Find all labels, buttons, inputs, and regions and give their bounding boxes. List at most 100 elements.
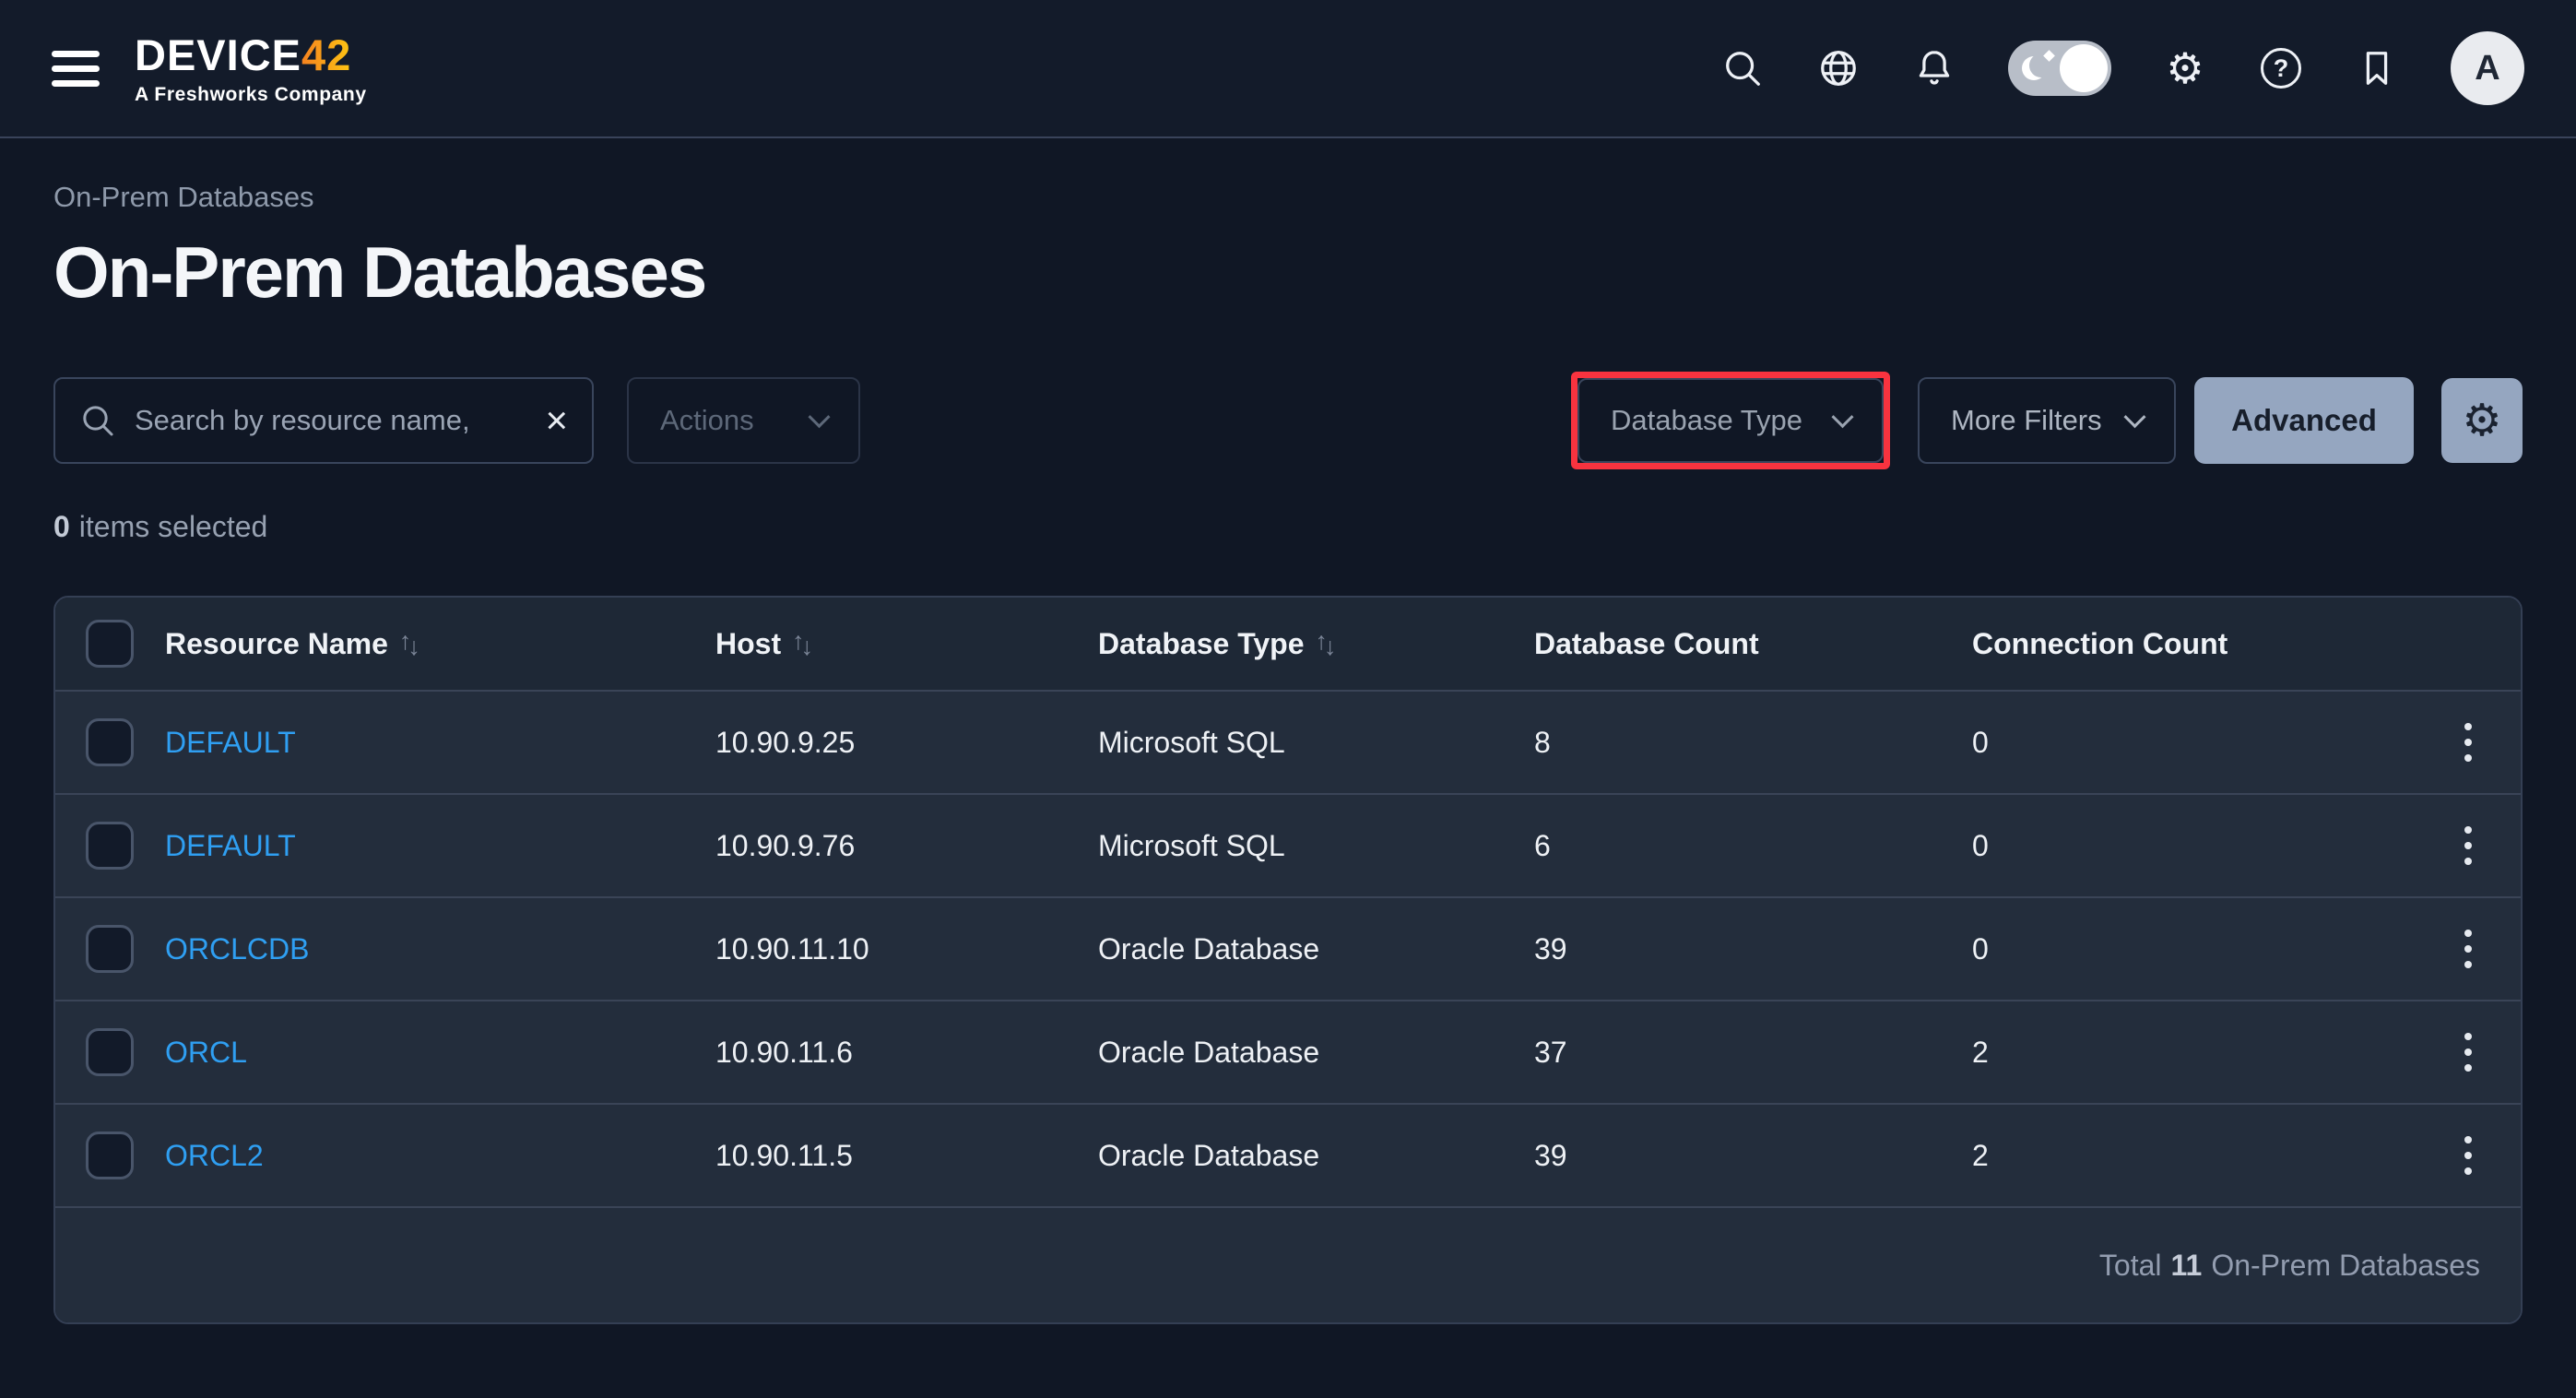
topbar-actions: ⚙ ? A	[1720, 31, 2524, 105]
row-checkbox[interactable]	[86, 925, 134, 973]
host-cell: 10.90.11.6	[715, 1036, 853, 1069]
toggle-knob	[2060, 44, 2108, 92]
moon-icon	[2022, 56, 2046, 80]
database-type-cell: Oracle Database	[1098, 1036, 1319, 1069]
database-count-cell: 8	[1534, 726, 1551, 759]
kebab-menu-icon[interactable]	[2457, 716, 2479, 769]
select-all-checkbox[interactable]	[86, 620, 134, 668]
database-type-cell: Oracle Database	[1098, 1139, 1319, 1172]
sort-icon[interactable]: ↑↓	[792, 630, 809, 658]
globe-icon[interactable]	[1816, 46, 1861, 90]
host-cell: 10.90.9.25	[715, 726, 855, 759]
search-input-icon	[79, 402, 116, 439]
topbar-left: DEVICE42 A Freshworks Company	[52, 33, 367, 104]
logo-tagline: A Freshworks Company	[135, 85, 367, 104]
resource-link[interactable]: ORCLCDB	[165, 932, 309, 966]
table-row: ORCL 10.90.11.6 Oracle Database 37 2	[55, 1000, 2521, 1103]
actions-label: Actions	[660, 404, 754, 437]
kebab-menu-icon[interactable]	[2457, 1129, 2479, 1182]
kebab-menu-icon[interactable]	[2457, 922, 2479, 976]
databases-table: Resource Name↑↓ Host↑↓ Database Type↑↓ D…	[53, 596, 2523, 1324]
row-checkbox[interactable]	[86, 822, 134, 870]
chevron-down-icon	[808, 406, 830, 428]
kebab-menu-icon[interactable]	[2457, 819, 2479, 872]
sparkle-icon	[2043, 50, 2055, 62]
annotation-highlight: Database Type	[1571, 372, 1890, 469]
advanced-button[interactable]: Advanced	[2194, 377, 2414, 464]
kebab-menu-icon[interactable]	[2457, 1025, 2479, 1079]
help-icon[interactable]: ?	[2259, 46, 2303, 90]
total-suffix: On-Prem Databases	[2211, 1249, 2480, 1283]
table-footer: Total 11 On-Prem Databases	[55, 1206, 2521, 1322]
host-cell: 10.90.11.10	[715, 932, 869, 966]
selection-count: 0	[53, 510, 70, 543]
connection-count-cell: 0	[1972, 932, 1989, 966]
row-checkbox[interactable]	[86, 718, 134, 766]
resource-link[interactable]: DEFAULT	[165, 829, 296, 862]
resource-link[interactable]: ORCL	[165, 1036, 247, 1069]
table-row: ORCLCDB 10.90.11.10 Oracle Database 39 0	[55, 896, 2521, 1000]
dark-mode-toggle[interactable]	[2008, 41, 2111, 96]
resource-link[interactable]: ORCL2	[165, 1139, 264, 1172]
database-type-cell: Microsoft SQL	[1098, 726, 1285, 759]
table-header-row: Resource Name↑↓ Host↑↓ Database Type↑↓ D…	[55, 598, 2521, 690]
database-count-cell: 39	[1534, 932, 1567, 966]
table-settings-button[interactable]: ⚙	[2441, 378, 2523, 463]
hamburger-menu-icon[interactable]	[52, 51, 100, 87]
host-cell: 10.90.9.76	[715, 829, 855, 862]
sort-icon[interactable]: ↑↓	[1316, 630, 1333, 658]
connection-count-cell: 0	[1972, 829, 1989, 862]
toolbar: × Actions Database Type More Filters Adv…	[53, 372, 2523, 469]
main-content: On-Prem Databases On-Prem Databases × Ac…	[0, 181, 2576, 544]
row-checkbox[interactable]	[86, 1028, 134, 1076]
actions-dropdown[interactable]: Actions	[627, 377, 860, 464]
search-box[interactable]: ×	[53, 377, 594, 464]
database-count-cell: 6	[1534, 829, 1551, 862]
clear-search-icon[interactable]: ×	[545, 401, 568, 440]
advanced-label: Advanced	[2231, 403, 2377, 438]
topbar: DEVICE42 A Freshworks Company ⚙ ? A	[0, 0, 2576, 138]
table-row: DEFAULT 10.90.9.25 Microsoft SQL 8 0	[55, 690, 2521, 793]
table-row: ORCL2 10.90.11.5 Oracle Database 39 2	[55, 1103, 2521, 1206]
avatar[interactable]: A	[2451, 31, 2524, 105]
more-filters-dropdown[interactable]: More Filters	[1918, 377, 2176, 464]
table-row: DEFAULT 10.90.9.76 Microsoft SQL 6 0	[55, 793, 2521, 896]
settings-icon[interactable]: ⚙	[2163, 46, 2207, 90]
total-prefix: Total	[2099, 1249, 2162, 1283]
selection-status: 0 items selected	[53, 510, 2523, 544]
resource-link[interactable]: DEFAULT	[165, 726, 296, 759]
device42-logo[interactable]: DEVICE42 A Freshworks Company	[135, 33, 367, 104]
chevron-down-icon	[2123, 406, 2145, 428]
database-type-dropdown[interactable]: Database Type	[1578, 378, 1884, 463]
column-header-resource-name: Resource Name↑↓	[165, 627, 417, 661]
gear-glyph: ⚙	[2166, 47, 2204, 89]
bookmark-icon[interactable]	[2355, 46, 2399, 90]
connection-count-cell: 2	[1972, 1139, 1989, 1172]
host-cell: 10.90.11.5	[715, 1139, 853, 1172]
more-filters-label: More Filters	[1951, 404, 2102, 437]
connection-count-cell: 0	[1972, 726, 1989, 759]
sort-icon[interactable]: ↑↓	[399, 630, 417, 658]
column-header-database-type: Database Type↑↓	[1098, 627, 1333, 661]
connection-count-cell: 2	[1972, 1036, 1989, 1069]
total-count: 11	[2171, 1249, 2203, 1283]
database-type-label: Database Type	[1611, 404, 1802, 437]
breadcrumb[interactable]: On-Prem Databases	[53, 181, 2523, 214]
column-header-host: Host↑↓	[715, 627, 809, 661]
database-count-cell: 37	[1534, 1036, 1567, 1069]
column-header-database-count: Database Count	[1534, 627, 1759, 661]
logo-accent-42: 42	[301, 30, 351, 79]
search-icon[interactable]	[1720, 46, 1765, 90]
search-input[interactable]	[135, 404, 526, 437]
column-header-connection-count: Connection Count	[1972, 627, 2227, 661]
database-count-cell: 39	[1534, 1139, 1567, 1172]
database-type-cell: Oracle Database	[1098, 932, 1319, 966]
question-mark-icon: ?	[2261, 48, 2301, 89]
gear-icon: ⚙	[2462, 398, 2501, 443]
logo-text: DEVICE42	[135, 33, 367, 77]
row-checkbox[interactable]	[86, 1131, 134, 1179]
bell-icon[interactable]	[1912, 46, 1956, 90]
selection-label: items selected	[79, 510, 268, 543]
page-title: On-Prem Databases	[53, 231, 2523, 314]
database-type-cell: Microsoft SQL	[1098, 829, 1285, 862]
